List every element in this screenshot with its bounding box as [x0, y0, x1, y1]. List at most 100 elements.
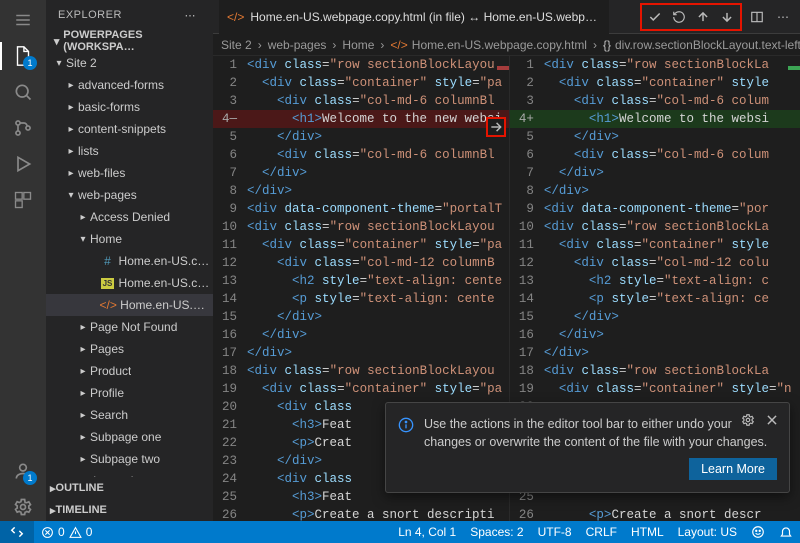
code-line[interactable]: 11 <div class="container" style [510, 236, 800, 254]
folder-item[interactable]: ▾Home [46, 228, 213, 250]
folder-item[interactable]: ▸Search [46, 404, 213, 426]
folder-item[interactable]: ▸Page Not Found [46, 316, 213, 338]
code-line[interactable]: 17</div> [213, 344, 509, 362]
code-line[interactable]: 12 <div class="col-md-12 colu [510, 254, 800, 272]
editor-tab[interactable]: </> Home.en-US.webpage.copy.html (in fil… [219, 0, 609, 34]
prev-change-icon[interactable] [692, 6, 714, 28]
code-line[interactable]: 10<div class="row sectionBlockLa [510, 218, 800, 236]
code-line[interactable]: 1<div class="row sectionBlockLayou [213, 56, 509, 74]
code-line[interactable]: 2 <div class="container" style="pa [213, 74, 509, 92]
extensions-icon[interactable] [9, 186, 37, 214]
code-line[interactable]: 19 <div class="container" style="pa [213, 380, 509, 398]
breadcrumbs[interactable]: Site 2›web-pages›Home›</> Home.en-US.web… [213, 34, 800, 56]
code-line[interactable]: 26 <p>Create a snort descr [510, 506, 800, 521]
next-change-icon[interactable] [716, 6, 738, 28]
menu-icon[interactable] [9, 6, 37, 34]
code-line[interactable]: 15 </div> [213, 308, 509, 326]
folder-item[interactable]: ▸Subpage one [46, 426, 213, 448]
explorer-more-icon[interactable]: ⋯ [179, 4, 201, 26]
file-item[interactable]: </>Home.en-US.web… [46, 294, 213, 316]
line-number: 8 [510, 184, 544, 198]
status-language[interactable]: HTML [624, 521, 671, 543]
line-number: 9 [213, 202, 247, 216]
code-line[interactable]: 17</div> [510, 344, 800, 362]
revert-change-icon[interactable] [668, 6, 690, 28]
file-item[interactable]: JSHome.en-US.cust… [46, 272, 213, 294]
code-line[interactable]: 7 </div> [213, 164, 509, 182]
split-editor-icon[interactable] [746, 6, 768, 28]
code-line[interactable]: 3 <div class="col-md-6 colum [510, 92, 800, 110]
code-line[interactable]: 10<div class="row sectionBlockLayou [213, 218, 509, 236]
folder-item[interactable]: ▸Profile [46, 382, 213, 404]
code-line[interactable]: 9<div data-component-theme="portalT [213, 200, 509, 218]
timeline-section[interactable]: ▸TIMELINE [46, 499, 213, 521]
folder-item[interactable]: ▸Pages [46, 338, 213, 360]
file-item[interactable]: #Home.en-US.cust… [46, 250, 213, 272]
status-encoding[interactable]: UTF-8 [531, 521, 579, 543]
folder-item[interactable]: ▸basic-forms [46, 96, 213, 118]
code-line[interactable]: 19 <div class="container" style="n [510, 380, 800, 398]
code-line[interactable]: 13 <h2 style="text-align: cente [213, 272, 509, 290]
status-eol[interactable]: CRLF [579, 521, 624, 543]
breadcrumb-item[interactable]: {} div.row.sectionBlockLayout.text-left [603, 38, 800, 52]
workspace-section[interactable]: ▾ POWERPAGES (WORKSPA… [46, 30, 213, 52]
accounts-icon[interactable]: 1 [9, 457, 37, 485]
status-bell-icon[interactable] [772, 521, 800, 543]
status-feedback-icon[interactable] [744, 521, 772, 543]
breadcrumb-item[interactable]: web-pages [268, 38, 327, 52]
code-line[interactable]: 2 <div class="container" style [510, 74, 800, 92]
code-line[interactable]: 3 <div class="col-md-6 columnBl [213, 92, 509, 110]
folder-item[interactable]: ▸lists [46, 140, 213, 162]
code-line[interactable]: 6 <div class="col-md-6 colum [510, 146, 800, 164]
folder-item[interactable]: ▸advanced-forms [46, 74, 213, 96]
folder-item[interactable]: ▾web-pages [46, 184, 213, 206]
toast-close-icon[interactable] [763, 411, 781, 429]
breadcrumb-item[interactable]: Home [342, 38, 374, 52]
code-line[interactable]: 5 </div> [213, 128, 509, 146]
breadcrumb-item[interactable]: </> Home.en-US.webpage.copy.html [390, 38, 587, 52]
settings-icon[interactable] [9, 493, 37, 521]
code-line[interactable]: 6 <div class="col-md-6 columnBl [213, 146, 509, 164]
breadcrumb-item[interactable]: Site 2 [221, 38, 252, 52]
code-line[interactable]: 5 </div> [510, 128, 800, 146]
run-debug-icon[interactable] [9, 150, 37, 178]
code-line[interactable]: 8</div> [510, 182, 800, 200]
code-line[interactable]: 9<div data-component-theme="por [510, 200, 800, 218]
code-line[interactable]: 4+ <h1>Welcome to the websi [510, 110, 800, 128]
status-layout[interactable]: Layout: US [671, 521, 744, 543]
folder-item[interactable]: ▸Subpage two [46, 448, 213, 470]
code-line[interactable]: 15 </div> [510, 308, 800, 326]
folder-item[interactable]: ▸Access Denied [46, 206, 213, 228]
remote-button[interactable] [0, 521, 34, 543]
code-line[interactable]: 11 <div class="container" style="pa [213, 236, 509, 254]
source-control-icon[interactable] [9, 114, 37, 142]
outline-section[interactable]: ▸OUTLINE [46, 477, 213, 499]
learn-more-button[interactable]: Learn More [689, 458, 777, 480]
code-line[interactable]: 18<div class="row sectionBlockLa [510, 362, 800, 380]
code-line[interactable]: 16 </div> [510, 326, 800, 344]
explorer-icon[interactable]: 1 [9, 42, 37, 70]
toast-settings-icon[interactable] [739, 411, 757, 429]
code-line[interactable]: 14 <p style="text-align: cente [213, 290, 509, 308]
code-line[interactable]: 26 <p>Create a snort descripti [213, 506, 509, 521]
code-line[interactable]: 8</div> [213, 182, 509, 200]
folder-item[interactable]: ▸web-files [46, 162, 213, 184]
code-line[interactable]: 12 <div class="col-md-12 columnB [213, 254, 509, 272]
code-line[interactable]: 1<div class="row sectionBlockLa [510, 56, 800, 74]
code-line[interactable]: 16 </div> [213, 326, 509, 344]
code-line[interactable]: 4— <h1>Welcome to the new websi [213, 110, 509, 128]
folder-item[interactable]: ▸web-templates [46, 470, 213, 477]
folder-item[interactable]: ▸content-snippets [46, 118, 213, 140]
code-line[interactable]: 7 </div> [510, 164, 800, 182]
status-problems[interactable]: 0 0 [34, 521, 99, 543]
status-spaces[interactable]: Spaces: 2 [463, 521, 530, 543]
code-line[interactable]: 18<div class="row sectionBlockLayou [213, 362, 509, 380]
folder-item[interactable]: ▸Product [46, 360, 213, 382]
accept-change-icon[interactable] [644, 6, 666, 28]
tab-more-icon[interactable]: ⋯ [772, 6, 794, 28]
folder-item[interactable]: ▾Site 2 [46, 52, 213, 74]
code-line[interactable]: 13 <h2 style="text-align: c [510, 272, 800, 290]
code-line[interactable]: 14 <p style="text-align: ce [510, 290, 800, 308]
status-cursor[interactable]: Ln 4, Col 1 [391, 521, 463, 543]
search-icon[interactable] [9, 78, 37, 106]
